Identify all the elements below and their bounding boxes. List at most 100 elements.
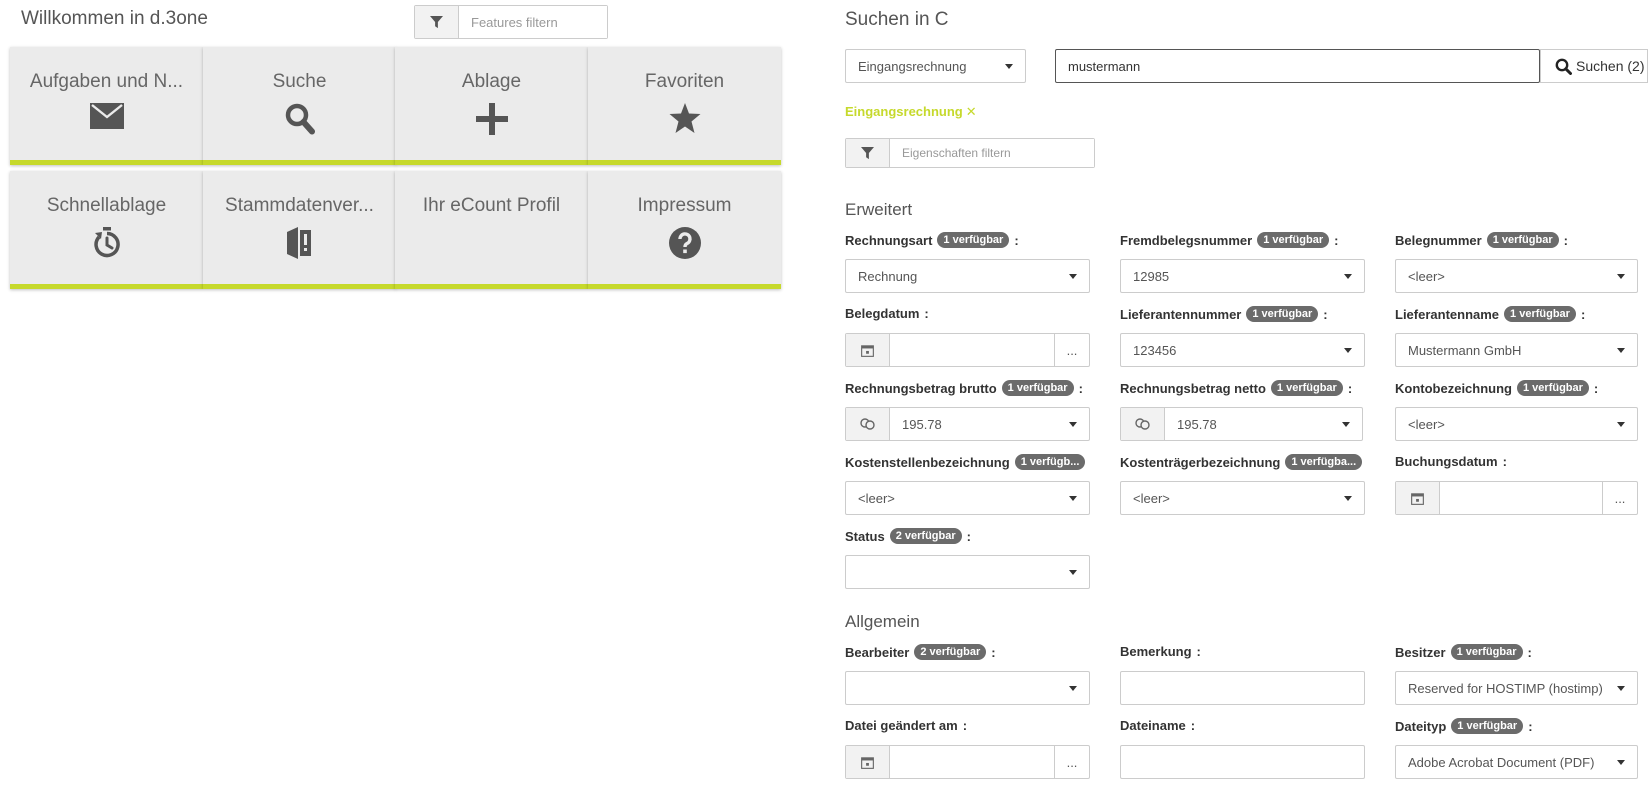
field-label-kontobezeichnung: Kontobezeichnung 1 verfügbar: [1395,380,1599,396]
filter-icon[interactable] [415,6,459,38]
tile-label: Aufgaben und N... [29,71,184,92]
features-filter[interactable] [414,5,608,39]
availability-badge: 2 verfügbar [889,528,962,544]
envelope-icon [89,103,124,129]
search-icon [1555,58,1572,75]
lieferantennummer-select[interactable]: 123456 [1120,333,1365,367]
caret-down-icon [1069,273,1077,279]
field-label-buchungsdatum: Buchungsdatum: [1395,454,1507,469]
field-label-lieferantenname: Lieferantenname 1 verfügbar: [1395,306,1586,322]
active-filter-chip[interactable]: Eingangsrechnung ✕ [845,104,977,120]
calendar-icon[interactable] [846,334,890,366]
datei-geaendert-input[interactable] [890,746,1054,778]
search-icon [285,103,315,135]
caret-down-icon [1069,421,1077,427]
category-select[interactable]: Eingangsrechnung [845,49,1026,83]
more-options-button[interactable]: ... [1054,334,1089,366]
chip-label: Eingangsrechnung [845,104,963,119]
field-label-kostenstellenbezeichnung: Kostenstellenbezeichnung 1 verfügb... [845,454,1090,470]
availability-badge: 1 verfügbar [1246,306,1319,322]
bearbeiter-select[interactable] [845,671,1090,705]
tile-label: Ihr eCount Profil [422,195,561,216]
calendar-icon[interactable] [846,746,890,778]
caret-down-icon [1069,495,1077,501]
caret-down-icon [1617,273,1625,279]
belegnummer-select[interactable]: <leer> [1395,259,1638,293]
star-icon [669,103,700,133]
kontobezeichnung-select[interactable]: <leer> [1395,407,1638,441]
availability-badge: 1 verfügb... [1014,454,1086,470]
field-label-dateiname: Dateiname: [1120,718,1196,733]
features-filter-input[interactable] [459,6,607,38]
field-label-status: Status 2 verfügbar: [845,528,971,544]
field-label-bemerkung: Bemerkung: [1120,644,1201,659]
tile-schnellablage[interactable]: Schnellablage [10,171,203,289]
field-label-besitzer: Besitzer 1 verfügbar: [1395,644,1532,660]
tile-impressum[interactable]: Impressum [588,171,781,289]
stopwatch-icon [93,227,120,258]
belegdatum-input[interactable] [890,334,1054,366]
field-label-rechnungsbetrag-brutto: Rechnungsbetrag brutto 1 verfügbar: [845,380,1083,396]
availability-badge: 1 verfügba... [1285,454,1363,470]
tile-label: Stammdatenver... [225,195,374,216]
tile-favoriten[interactable]: Favoriten [588,47,781,165]
properties-filter[interactable] [845,138,1095,168]
rechnungsbetrag-netto-select[interactable]: 195.78 [1120,407,1363,441]
properties-filter-input[interactable] [890,139,1094,167]
field-label-dateityp: Dateityp 1 verfügbar: [1395,718,1533,734]
search-button-label: Suchen (2) [1576,58,1645,74]
buchungsdatum-date-field[interactable]: ... [1395,481,1638,515]
tile-label: Favoriten [644,71,725,92]
more-options-button[interactable]: ... [1602,482,1637,514]
tile-aufgaben[interactable]: Aufgaben und N... [10,47,203,165]
lieferantenname-select[interactable]: Mustermann GmbH [1395,333,1638,367]
availability-badge: 1 verfügbar [1270,380,1343,396]
tile-suche[interactable]: Suche [203,47,396,165]
dateityp-select[interactable]: Adobe Acrobat Document (PDF) [1395,745,1638,779]
availability-badge: 1 verfügbar [1486,232,1559,248]
caret-down-icon [1617,759,1625,765]
field-label-datei-geaendert: Datei geändert am: [845,718,968,733]
more-options-button[interactable]: ... [1054,746,1089,778]
kostenstellenbezeichnung-select[interactable]: <leer> [845,481,1090,515]
search-input[interactable] [1055,49,1540,83]
plus-icon [475,103,508,135]
tile-stammdatenverwaltung[interactable]: Stammdatenver... [203,171,396,289]
question-icon [668,227,701,259]
availability-badge: 1 verfügbar [1517,380,1589,396]
tile-label: Ablage [461,71,522,92]
coins-icon [1121,408,1165,440]
fremdbelegsnummer-select[interactable]: 12985 [1120,259,1365,293]
kostentraegerbezeichnung-select[interactable]: <leer> [1120,481,1365,515]
availability-badge: 1 verfügbar [1257,232,1330,248]
besitzer-select[interactable]: Reserved for HOSTIMP (hostimp) [1395,671,1638,705]
caret-down-icon [1617,421,1625,427]
availability-badge: 1 verfügbar [1451,718,1524,734]
tile-label: Impressum [637,195,732,216]
dateiname-input[interactable] [1120,745,1365,779]
availability-badge: 1 verfügbar [1450,644,1523,660]
field-label-lieferantennummer: Lieferantennummer 1 verfügbar: [1120,306,1328,322]
datei-geaendert-date-field[interactable]: ... [845,745,1090,779]
calendar-icon[interactable] [1396,482,1440,514]
buchungsdatum-input[interactable] [1440,482,1602,514]
caret-down-icon [1617,347,1625,353]
status-select[interactable] [845,555,1090,589]
search-button[interactable]: Suchen (2) [1540,49,1648,83]
rechnungsbetrag-brutto-select[interactable]: 195.78 [845,407,1090,441]
caret-down-icon [1617,685,1625,691]
section-allgemein: Allgemein [845,612,920,631]
caret-down-icon [1342,421,1350,427]
rechnungsart-select[interactable]: Rechnung [845,259,1090,293]
page-title: Willkommen in d.3one [21,8,208,29]
caret-down-icon [1344,347,1352,353]
close-icon[interactable]: ✕ [966,104,977,119]
availability-badge: 1 verfügbar [1001,380,1074,396]
availability-badge: 1 verfügbar [1504,306,1576,322]
tile-ablage[interactable]: Ablage [395,47,588,165]
bemerkung-input[interactable] [1120,671,1365,705]
tile-ecount-profil[interactable]: Ihr eCount Profil [395,171,588,289]
belegdatum-date-field[interactable]: ... [845,333,1090,367]
filter-icon[interactable] [846,139,890,167]
availability-badge: 2 verfügbar [914,644,987,660]
